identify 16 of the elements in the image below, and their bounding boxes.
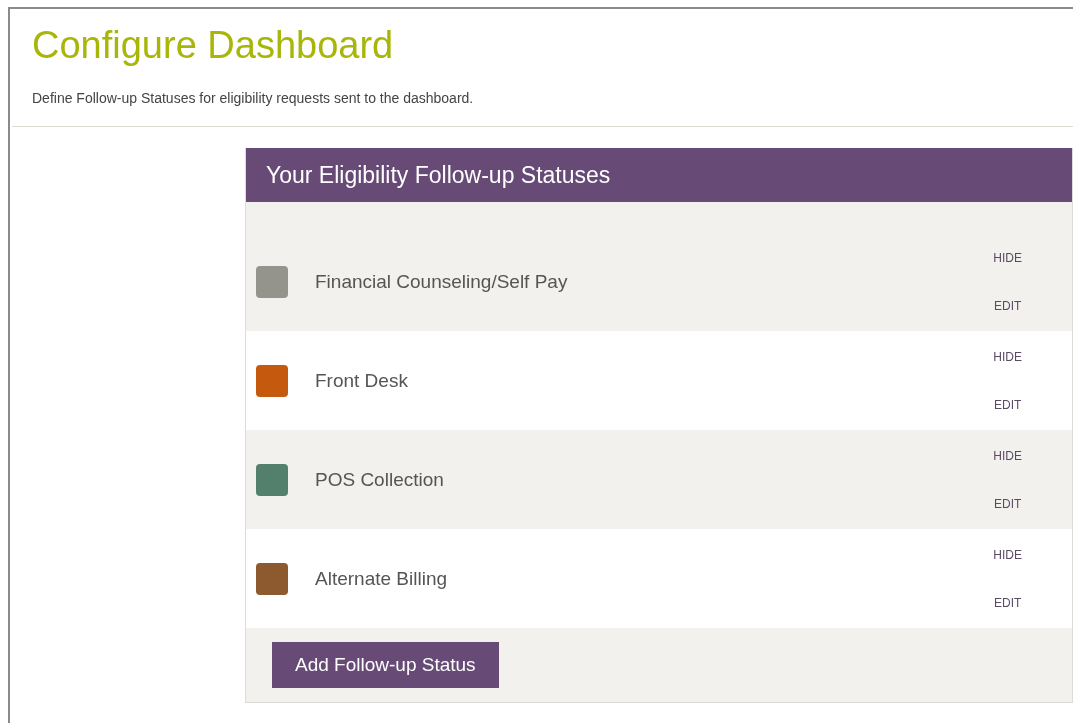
add-status-button[interactable]: Add Follow-up Status — [272, 642, 499, 688]
status-name: POS Collection — [315, 468, 445, 491]
status-name: Financial Counseling/Self Pay — [315, 270, 569, 293]
status-name: Alternate Billing — [315, 567, 449, 590]
edit-link[interactable]: EDIT — [994, 298, 1022, 313]
edit-link[interactable]: EDIT — [994, 496, 1022, 511]
edit-link[interactable]: EDIT — [994, 595, 1022, 610]
edit-link[interactable]: EDIT — [994, 397, 1022, 412]
hide-link[interactable]: HIDE — [993, 250, 1022, 265]
page-description: Define Follow-up Statuses for eligibility requests sent to the dashboard. — [32, 90, 474, 106]
page-title: Configure Dashboard — [32, 23, 394, 67]
hide-link[interactable]: HIDE — [993, 448, 1022, 463]
panel-header: Your Eligibility Follow-up Statuses — [246, 148, 1072, 202]
status-name: Front Desk — [315, 369, 409, 392]
hide-link[interactable]: HIDE — [993, 349, 1022, 364]
hide-link[interactable]: HIDE — [993, 547, 1022, 562]
